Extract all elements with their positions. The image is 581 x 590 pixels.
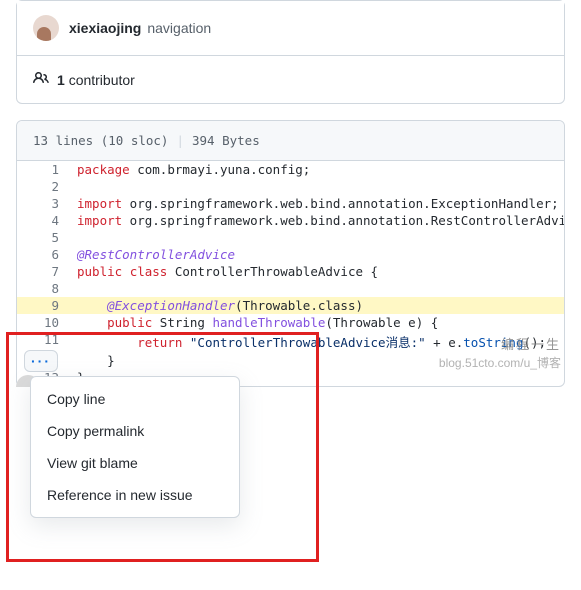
code-content <box>77 229 564 246</box>
code-line: 7public class ControllerThrowableAdvice … <box>17 263 564 280</box>
code-line: 9 @ExceptionHandler(Throwable.class) <box>17 297 564 314</box>
file-header: 13 lines (10 sloc) | 394 Bytes <box>17 121 564 161</box>
contributor-count: 1 <box>57 72 65 88</box>
code-content: import org.springframework.web.bind.anno… <box>77 212 564 229</box>
line-number[interactable]: 1 <box>17 161 77 178</box>
line-number[interactable]: 3 <box>17 195 77 212</box>
contributor-label: contributor <box>69 72 135 88</box>
code-content: package com.brmayi.yuna.config; <box>77 161 564 178</box>
code-content: @ExceptionHandler(Throwable.class) <box>77 297 564 314</box>
code-line: 1package com.brmayi.yuna.config; <box>17 161 564 178</box>
code-line: 2 <box>17 178 564 195</box>
menu-reference-issue[interactable]: Reference in new issue <box>31 479 239 511</box>
code-content: public String handleThrowable(Throwable … <box>77 314 564 331</box>
code-line: 11 return "ControllerThrowableAdvice消息:"… <box>17 331 564 352</box>
file-box: 13 lines (10 sloc) | 394 Bytes 1package … <box>16 120 565 387</box>
line-number[interactable]: 7 <box>17 263 77 280</box>
watermark-text: 编程一生 <box>501 334 561 353</box>
line-number[interactable]: 10 <box>17 314 77 331</box>
line-number[interactable]: 4 <box>17 212 77 229</box>
commit-row: xiexiaojing navigation <box>17 1 564 55</box>
divider: | <box>176 133 184 148</box>
line-number[interactable]: 8 <box>17 280 77 297</box>
context-menu: Copy line Copy permalink View git blame … <box>30 376 240 518</box>
code-line: 6@RestControllerAdvice <box>17 246 564 263</box>
menu-copy-permalink[interactable]: Copy permalink <box>31 415 239 447</box>
contributors-row: 1 contributor <box>17 55 564 103</box>
file-size: 394 Bytes <box>192 133 260 148</box>
code-content: public class ControllerThrowableAdvice { <box>77 263 564 280</box>
code-line: 3import org.springframework.web.bind.ann… <box>17 195 564 212</box>
avatar[interactable] <box>33 15 59 41</box>
code-content <box>77 280 564 297</box>
file-lines: 13 lines (10 sloc) <box>33 133 168 148</box>
code-content: @RestControllerAdvice <box>77 246 564 263</box>
code-content <box>77 178 564 195</box>
line-number[interactable]: 6 <box>17 246 77 263</box>
line-number[interactable]: 2 <box>17 178 77 195</box>
people-icon <box>33 70 49 89</box>
line-number[interactable]: 11 <box>17 331 77 352</box>
menu-copy-line[interactable]: Copy line <box>31 383 239 415</box>
code-line: 8 <box>17 280 564 297</box>
menu-view-git-blame[interactable]: View git blame <box>31 447 239 479</box>
author-link[interactable]: xiexiaojing <box>69 20 141 36</box>
commit-box: xiexiaojing navigation 1 contributor <box>16 0 565 104</box>
watermark-url: blog.51cto.com/u_博客 <box>439 354 561 371</box>
code-line: 10 public String handleThrowable(Throwab… <box>17 314 564 331</box>
line-number[interactable]: 5 <box>17 229 77 246</box>
code-line: 4import org.springframework.web.bind.ann… <box>17 212 564 229</box>
line-actions-button[interactable]: ··· <box>24 350 58 372</box>
code-content: import org.springframework.web.bind.anno… <box>77 195 564 212</box>
code-table: 1package com.brmayi.yuna.config;2 3impor… <box>17 161 564 386</box>
line-number[interactable]: 9 <box>17 297 77 314</box>
code-content: return "ControllerThrowableAdvice消息:" + … <box>77 331 564 352</box>
code-line: 5 <box>17 229 564 246</box>
commit-message[interactable]: navigation <box>147 20 211 36</box>
